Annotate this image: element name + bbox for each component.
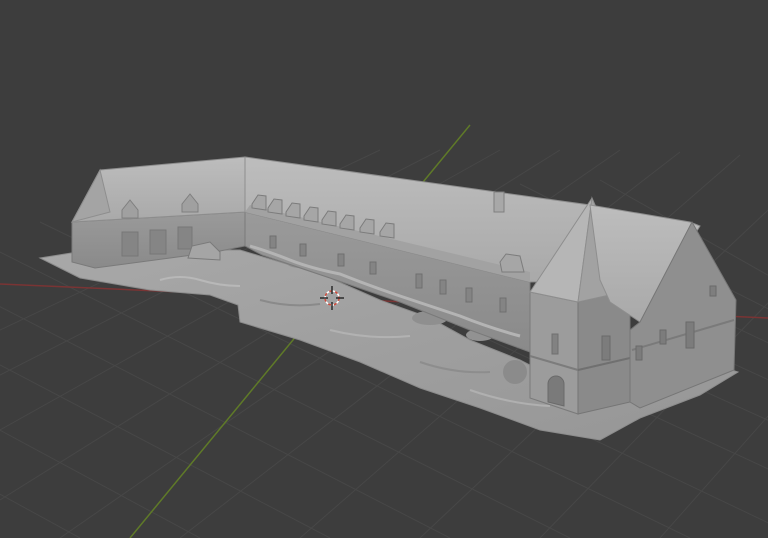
3d-viewport[interactable] [0, 0, 768, 538]
